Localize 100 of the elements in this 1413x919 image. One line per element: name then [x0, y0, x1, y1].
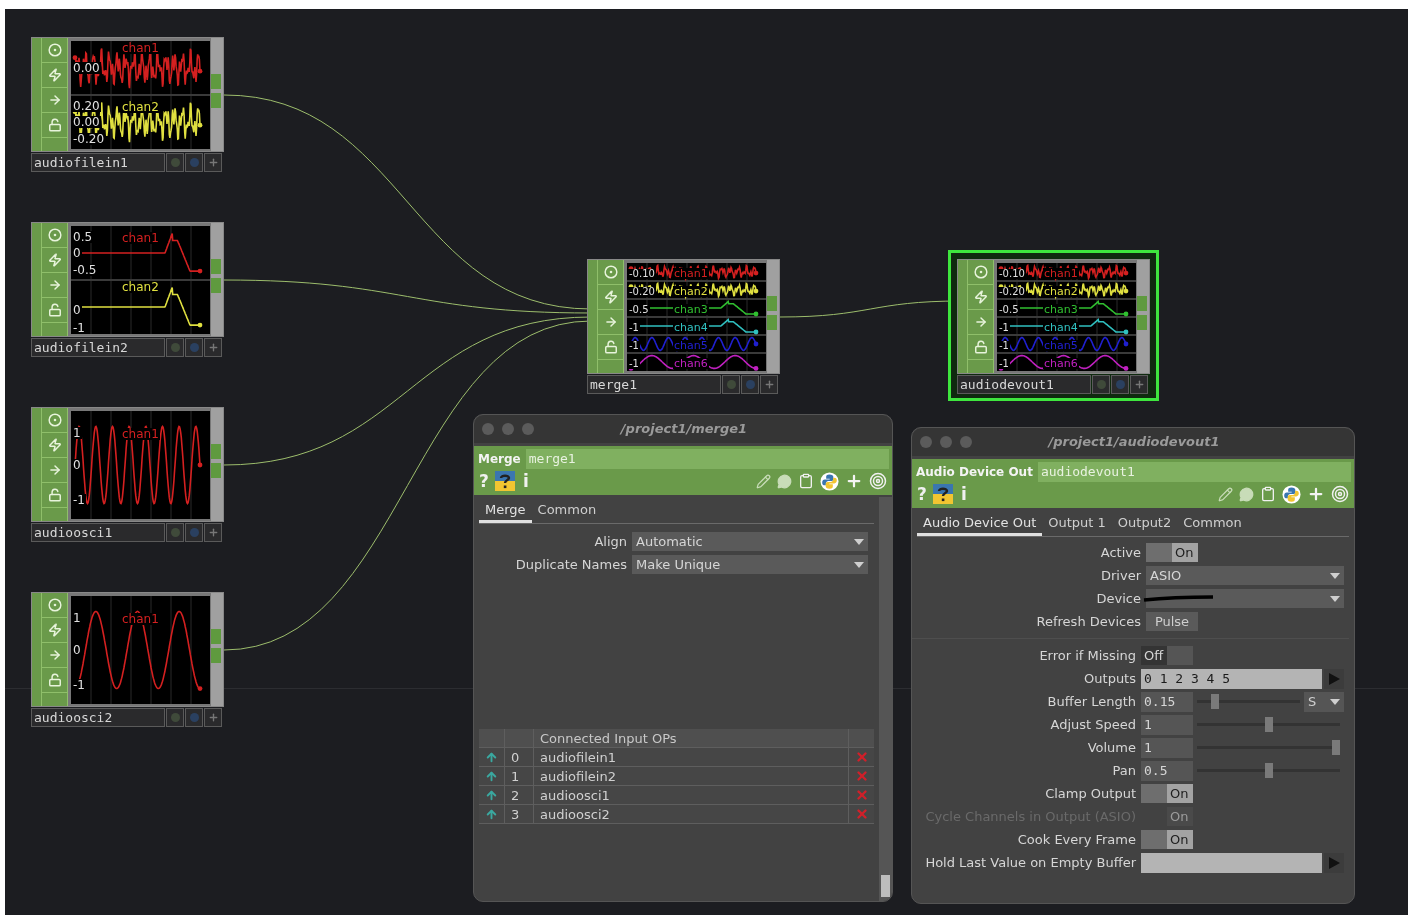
slider-track[interactable] [1197, 740, 1340, 755]
node-tile[interactable]: 1 chan1 0 -1 [31, 592, 224, 707]
number-field[interactable]: 1 [1141, 714, 1193, 735]
viewer-toggle-button[interactable] [1092, 375, 1110, 394]
display-toggle-button[interactable] [185, 708, 203, 727]
display-toggle-button[interactable] [185, 338, 203, 357]
input-strip[interactable] [958, 260, 968, 373]
remove-icon[interactable] [854, 769, 869, 783]
node-tile[interactable]: 0.5 chan1 0 -0.5 chan2 0 -1 [31, 222, 224, 337]
unlocked-icon[interactable] [47, 673, 62, 687]
text-field[interactable] [1141, 852, 1322, 873]
node-tile[interactable]: chan1 0.00 0.20 chan2 0.00 -0.20 [31, 37, 224, 152]
arrow-icon[interactable] [47, 278, 62, 292]
target-icon[interactable] [47, 228, 62, 242]
unlocked-icon[interactable] [47, 303, 62, 317]
tab[interactable]: Audio Device Out [917, 513, 1043, 536]
slider-thumb[interactable] [1211, 694, 1220, 709]
slider-thumb[interactable] [1264, 717, 1273, 732]
remove-icon[interactable] [854, 807, 869, 821]
node-name-field[interactable]: audiodevout1 [957, 375, 1091, 394]
move-up-icon[interactable] [485, 750, 498, 764]
node-name-field[interactable]: audioosci1 [31, 523, 165, 542]
target-icon[interactable] [1331, 485, 1349, 503]
viewer-toggle-button[interactable] [166, 708, 184, 727]
target-icon[interactable] [47, 598, 62, 612]
tab[interactable]: Output2 [1111, 513, 1178, 536]
tab[interactable]: Merge [479, 500, 532, 523]
number-field[interactable]: 0.15 [1141, 691, 1193, 712]
comment-icon[interactable] [1239, 486, 1254, 502]
pulse-button[interactable]: Pulse [1146, 612, 1198, 631]
slider-track[interactable] [1197, 717, 1340, 732]
pencil-icon[interactable] [1218, 486, 1233, 502]
comment-icon[interactable] [777, 473, 792, 489]
slider-thumb[interactable] [1332, 740, 1340, 755]
add-button[interactable] [760, 375, 778, 394]
target-icon[interactable] [973, 265, 988, 279]
display-toggle-button[interactable] [1111, 375, 1129, 394]
add-button[interactable] [1130, 375, 1148, 394]
unlocked-icon[interactable] [47, 118, 62, 132]
dropdown-menu[interactable]: Automatic [632, 532, 868, 551]
number-field[interactable]: 1 [1141, 737, 1193, 758]
target-icon[interactable] [869, 472, 887, 490]
viewer-toggle-button[interactable] [722, 375, 740, 394]
unlocked-icon[interactable] [47, 488, 62, 502]
clipboard-icon[interactable] [1260, 486, 1276, 502]
lightning-icon[interactable] [973, 290, 988, 304]
dropdown-menu[interactable]: ASIO [1146, 566, 1344, 585]
network-canvas[interactable] [5, 9, 1408, 915]
add-button[interactable] [204, 153, 222, 172]
lightning-icon[interactable] [47, 438, 62, 452]
input-strip[interactable] [32, 408, 42, 521]
dropdown-menu[interactable] [1146, 589, 1344, 608]
lightning-icon[interactable] [47, 68, 62, 82]
viewer-toggle-button[interactable] [166, 523, 184, 542]
python-icon[interactable] [820, 471, 839, 491]
expand-button[interactable] [1324, 668, 1344, 689]
tab[interactable]: Common [1177, 513, 1248, 536]
arrow-icon[interactable] [973, 315, 988, 329]
arrow-icon[interactable] [47, 93, 62, 107]
node-name-field[interactable]: audioosci2 [31, 708, 165, 727]
display-toggle-button[interactable] [741, 375, 759, 394]
slider-thumb[interactable] [1264, 763, 1273, 778]
unlocked-icon[interactable] [603, 340, 618, 354]
plus-icon[interactable] [1307, 485, 1325, 503]
slider-track[interactable] [1197, 763, 1340, 778]
unit-dropdown[interactable]: S [1304, 691, 1344, 712]
move-up-icon[interactable] [485, 788, 498, 802]
target-icon[interactable] [47, 43, 62, 57]
node-tile[interactable]: -0.10 chan1 -0.20 chan2 -0.5 chan3 -1 chan4 -1 chan5 -1 chan6 [957, 259, 1150, 374]
dropdown-menu[interactable]: Make Unique [632, 555, 868, 574]
add-button[interactable] [204, 523, 222, 542]
target-icon[interactable] [47, 413, 62, 427]
viewer-toggle-button[interactable] [166, 153, 184, 172]
pencil-icon[interactable] [756, 473, 771, 489]
node-name-field[interactable]: audiofilein2 [31, 338, 165, 357]
arrow-icon[interactable] [47, 463, 62, 477]
python-help-icon[interactable] [494, 471, 515, 491]
text-field[interactable]: 0 1 2 3 4 5 [1141, 668, 1322, 689]
display-toggle-button[interactable] [185, 523, 203, 542]
number-field[interactable]: 0.5 [1141, 760, 1193, 781]
arrow-icon[interactable] [603, 315, 618, 329]
clipboard-icon[interactable] [798, 473, 814, 489]
move-up-icon[interactable] [485, 807, 498, 821]
remove-icon[interactable] [854, 788, 869, 802]
move-up-icon[interactable] [485, 769, 498, 783]
plus-icon[interactable] [845, 472, 863, 490]
target-icon[interactable] [603, 265, 618, 279]
add-button[interactable] [204, 338, 222, 357]
tab[interactable]: Output 1 [1042, 513, 1112, 536]
remove-icon[interactable] [854, 750, 869, 764]
lightning-icon[interactable] [603, 290, 618, 304]
input-strip[interactable] [32, 38, 42, 151]
tab[interactable]: Common [531, 500, 603, 523]
slider-track[interactable] [1197, 694, 1300, 709]
input-strip[interactable] [588, 260, 598, 373]
expand-button[interactable] [1324, 852, 1344, 873]
scrollbar[interactable] [879, 497, 892, 901]
python-icon[interactable] [1282, 484, 1301, 504]
add-button[interactable] [204, 708, 222, 727]
lightning-icon[interactable] [47, 623, 62, 637]
